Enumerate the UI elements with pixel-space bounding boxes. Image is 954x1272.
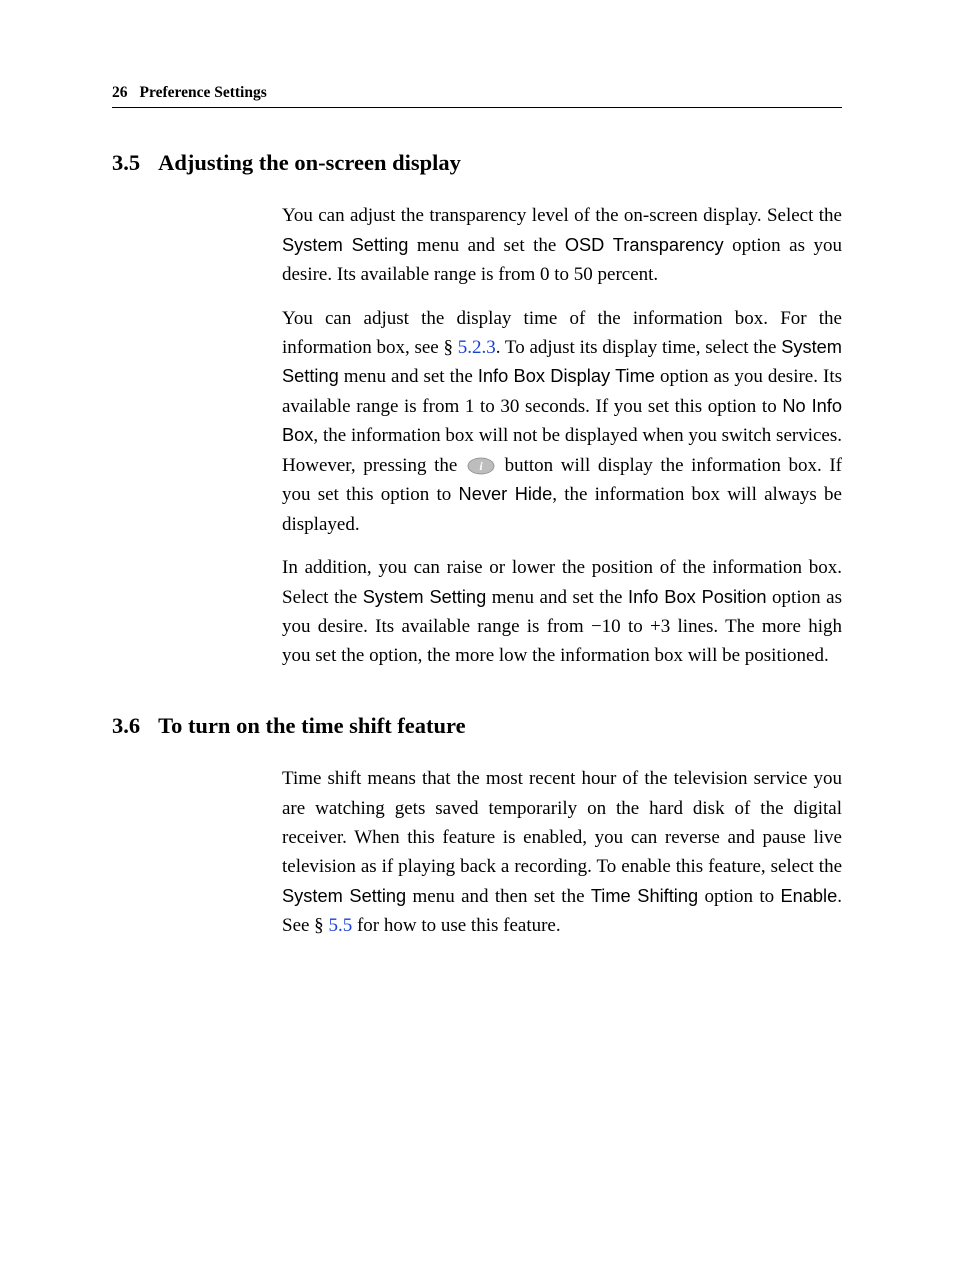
section-number: 3.5 (112, 150, 140, 175)
ui-term-time-shifting: Time Shifting (591, 885, 698, 906)
paragraph: Time shift means that the most recent ho… (282, 764, 842, 941)
section-title: Adjusting the on-screen display (158, 150, 461, 175)
range-high: +3 (650, 616, 670, 637)
ui-term-enable: Enable (780, 885, 837, 906)
body-text: . To adjust its display time, select the (496, 337, 781, 358)
ui-term-system-setting: System Setting (282, 234, 408, 255)
section-body-3-5: You can adjust the transparency level of… (282, 201, 842, 671)
chapter-title: Preference Settings (140, 84, 267, 101)
cross-reference-link[interactable]: 5.5 (328, 915, 352, 936)
body-text: option to (698, 886, 780, 907)
cross-reference-link[interactable]: 5.2.3 (458, 337, 496, 358)
section-number: 3.6 (112, 713, 140, 738)
info-button-icon: i (467, 457, 495, 475)
ui-term-info-box-display-time: Info Box Display Time (478, 365, 655, 386)
body-text: menu and set the (486, 587, 628, 608)
paragraph: You can adjust the display time of the i… (282, 304, 842, 540)
section-heading-3-5: 3.5 Adjusting the on-screen display (112, 148, 842, 177)
range-low: −10 (591, 616, 621, 637)
ui-term-never-hide: Never Hide (459, 483, 553, 504)
running-header: 26 Preference Settings (112, 84, 842, 108)
ui-term-system-setting: System Setting (282, 885, 406, 906)
paragraph: You can adjust the transparency level of… (282, 201, 842, 289)
body-text: Time shift means that the most recent ho… (282, 768, 842, 877)
paragraph: In addition, you can raise or lower the … (282, 553, 842, 671)
body-text: You can adjust the transparency level of… (282, 205, 842, 226)
body-text: menu and set the (408, 235, 564, 256)
body-text: menu and set the (339, 366, 478, 387)
body-text: to (621, 616, 650, 637)
ui-term-info-box-position: Info Box Position (628, 586, 766, 607)
document-page: 26 Preference Settings 3.5 Adjusting the o… (0, 0, 954, 1272)
section-title: To turn on the time shift feature (158, 713, 466, 738)
body-text: for how to use this feature. (352, 915, 560, 936)
ui-term-system-setting: System Setting (363, 586, 486, 607)
section-body-3-6: Time shift means that the most recent ho… (282, 764, 842, 941)
section-heading-3-6: 3.6 To turn on the time shift feature (112, 711, 842, 740)
body-text: menu and then set the (406, 886, 591, 907)
page-number: 26 (112, 84, 128, 101)
ui-term-osd-transparency: OSD Transparency (565, 234, 724, 255)
